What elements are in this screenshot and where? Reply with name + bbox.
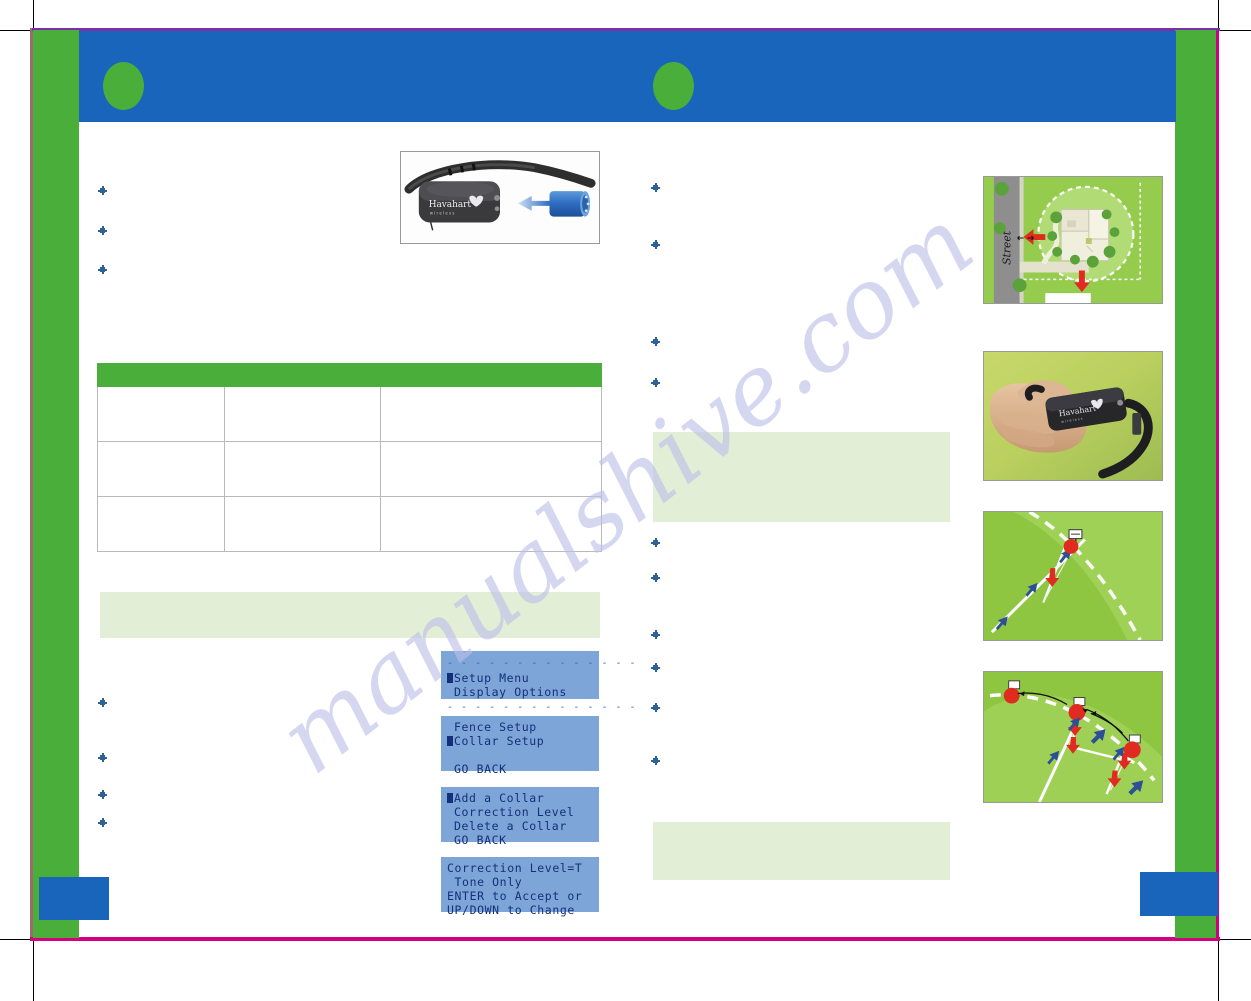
footer-page-tab-right <box>1140 872 1218 916</box>
svg-text:Havahart: Havahart <box>429 200 472 210</box>
list-bullet <box>651 183 660 192</box>
page-header-bar <box>79 31 1176 122</box>
table-cell <box>224 496 381 552</box>
lcd-screen-fence-collar-setup: Fence Setup Collar Setup GO BACK <box>441 716 599 776</box>
figure-yard-boundary-map: Street <box>983 176 1163 304</box>
lcd-line: GO BACK <box>454 833 507 847</box>
table-row <box>96 496 603 552</box>
lcd-line: Display Options <box>454 685 567 699</box>
note-box-left <box>100 592 600 638</box>
list-bullet <box>98 698 107 707</box>
lcd-screen-setup-menu: - - - - - - - - - - - - - - Setup Menu D… <box>441 651 636 713</box>
lcd-line: Correction Level <box>454 805 575 819</box>
lcd-line: Add a Collar <box>454 791 545 805</box>
table-cell <box>96 496 226 552</box>
section-badge-right <box>653 62 694 110</box>
lcd-screen-collar-setup-menu: Add a Collar Correction Level Delete a C… <box>441 787 599 847</box>
list-bullet <box>651 240 660 249</box>
note-box-middle-2-text <box>653 822 950 834</box>
note-box-middle-2 <box>653 822 950 880</box>
figure-collar-battery-insert: Havahart w i r e l e s s <box>400 151 600 244</box>
lcd-line: Correction Level=T <box>447 861 583 875</box>
lcd-line: UP/DOWN to Change <box>447 903 575 917</box>
page-rule-right <box>1216 28 1219 940</box>
list-bullet <box>651 378 660 387</box>
list-bullet <box>98 226 107 235</box>
list-bullet <box>98 790 107 799</box>
street-label: Street <box>1001 230 1014 265</box>
list-bullet <box>651 703 660 712</box>
figure-training-flags-single <box>983 511 1163 641</box>
green-band-left <box>33 30 79 938</box>
lcd-line: GO BACK <box>454 762 507 776</box>
specification-table <box>96 363 603 552</box>
lcd-top-rule: - - - - - - - - - - - - - - <box>447 658 637 669</box>
lcd-line: Collar Setup <box>454 734 545 748</box>
table-header-cell <box>224 363 381 387</box>
list-bullet <box>651 573 660 582</box>
table-cell <box>379 386 603 442</box>
table-header-cell <box>379 363 603 387</box>
table-cell <box>224 386 381 442</box>
figure-training-flags-multi <box>983 671 1163 803</box>
lcd-line: Tone Only <box>447 875 523 889</box>
table-cell <box>379 496 603 552</box>
lcd-cursor-icon <box>447 673 453 683</box>
lcd-cursor-icon <box>447 793 453 803</box>
table-cell <box>96 441 226 497</box>
lcd-line: Delete a Collar <box>454 819 567 833</box>
list-bullet <box>98 818 107 827</box>
table-row <box>96 441 603 497</box>
list-bullet <box>651 538 660 547</box>
lcd-bottom-rule: - - - - - - - - - - - - - - <box>447 702 637 713</box>
crop-mark-bottom-right-vertical <box>1218 941 1219 1001</box>
table-row <box>96 386 603 442</box>
list-bullet <box>651 756 660 765</box>
lcd-line: Fence Setup <box>454 720 537 734</box>
note-box-middle-1-text <box>653 432 950 444</box>
section-badge-left <box>103 62 144 110</box>
svg-text:w i r e l e s s: w i r e l e s s <box>430 211 455 216</box>
table-header-cell <box>96 363 226 387</box>
list-bullet <box>98 753 107 762</box>
list-bullet <box>98 186 107 195</box>
note-box-left-text <box>100 592 600 604</box>
lcd-line: Setup Menu <box>454 671 530 685</box>
table-cell <box>379 441 603 497</box>
list-bullet <box>651 663 660 672</box>
table-cell <box>96 386 226 442</box>
page-rule-bottom <box>30 937 1220 941</box>
green-band-right <box>1175 30 1216 938</box>
list-bullet <box>98 265 107 274</box>
figure-hand-holding-collar: Havahart w i r e l e s s <box>983 351 1163 481</box>
list-bullet <box>651 337 660 346</box>
table-header-row <box>96 363 603 387</box>
footer-page-tab-left <box>39 877 109 920</box>
lcd-screen-correction-level: Correction Level=T Tone Only ENTER to Ac… <box>441 857 599 917</box>
crop-mark-bottom-left-vertical <box>33 941 34 1001</box>
table-cell <box>224 441 381 497</box>
note-box-middle-1 <box>653 432 950 522</box>
lcd-cursor-icon <box>447 736 453 746</box>
list-bullet <box>651 630 660 639</box>
lcd-line: ENTER to Accept or <box>447 889 583 903</box>
